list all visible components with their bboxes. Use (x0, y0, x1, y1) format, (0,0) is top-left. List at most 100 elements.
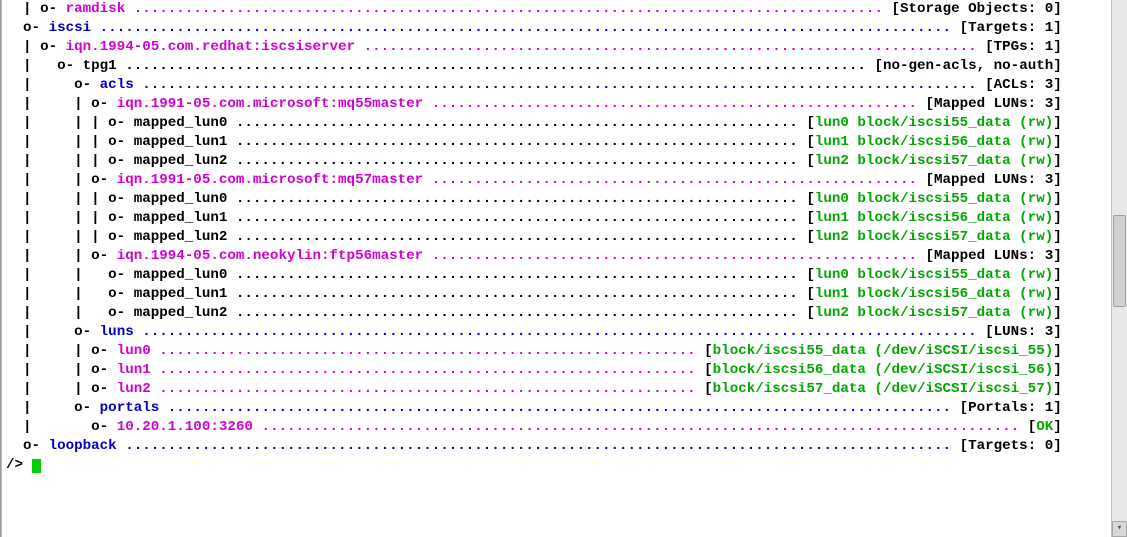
bracket: [ (1028, 419, 1037, 435)
tree-line: | | o- lun1 ............................… (6, 361, 1109, 380)
scrollbar[interactable]: ▾ (1111, 0, 1127, 537)
tree-line: | | o- lun2 ............................… (6, 380, 1109, 399)
bullet-icon: o- (91, 419, 117, 435)
bracket: [ (704, 381, 713, 397)
filler-dots: ........................................… (125, 438, 951, 454)
indent: | (6, 39, 40, 55)
bracket: ] (1053, 134, 1062, 150)
filler-dots: ........................................… (364, 39, 977, 55)
status-value: lun0 block/iscsi55_data (rw) (815, 115, 1053, 131)
indent: | | (6, 343, 91, 359)
bracket: ] (1053, 153, 1062, 169)
bracket: ] (1053, 419, 1062, 435)
status-text: [ACLs: 3] (985, 77, 1062, 93)
filler-dots: ........................................… (236, 134, 798, 150)
terminal-output: | o- ramdisk ...........................… (4, 0, 1111, 475)
filler-dots: ........................................… (236, 210, 798, 226)
indent: | | | (6, 191, 108, 207)
indent: | | | (6, 210, 108, 226)
tree-line: | o- iqn.1994-05.com.redhat:iscsiserver … (6, 38, 1109, 57)
filler-dots: ........................................… (236, 153, 798, 169)
status-text: [no-gen-acls, no-auth] (874, 58, 1061, 74)
prompt-text: /> (6, 457, 32, 473)
bullet-icon: o- (57, 58, 83, 74)
tree-line: | | o- iqn.1991-05.com.microsoft:mq57mas… (6, 171, 1109, 190)
bullet-icon: o- (74, 324, 100, 340)
tree-line: | | | o- mapped_lun1 ...................… (6, 133, 1109, 152)
node-label: mapped_lun1 (134, 210, 236, 226)
filler-dots: ........................................… (134, 1, 883, 17)
scroll-down-button[interactable]: ▾ (1112, 521, 1127, 537)
tree-line: | | | o- mapped_lun1 ...................… (6, 209, 1109, 228)
indent: | | (6, 305, 108, 321)
bullet-icon: o- (40, 39, 66, 55)
bullet-icon: o- (74, 77, 100, 93)
tree-line: | | o- iqn.1994-05.com.neokylin:ftp56mas… (6, 247, 1109, 266)
tree-line: | | o- mapped_lun0 .....................… (6, 266, 1109, 285)
node-label: mapped_lun1 (134, 134, 236, 150)
status-text: [Targets: 1] (960, 20, 1062, 36)
cursor-icon (32, 459, 41, 473)
bracket: [ (806, 153, 815, 169)
status-text: [Targets: 0] (960, 438, 1062, 454)
node-label: 10.20.1.100:3260 (117, 419, 262, 435)
tree-line: | | | o- mapped_lun0 ...................… (6, 190, 1109, 209)
filler-dots: ........................................… (432, 248, 917, 264)
scroll-thumb[interactable] (1113, 215, 1126, 307)
filler-dots: ........................................… (100, 20, 951, 36)
bracket: [ (704, 343, 713, 359)
bullet-icon: o- (91, 248, 117, 264)
window-left-border (0, 0, 2, 537)
bracket: ] (1053, 210, 1062, 226)
bracket: ] (1053, 229, 1062, 245)
node-label: mapped_lun1 (134, 286, 236, 302)
bracket: [ (806, 191, 815, 207)
tree-line: | o- 10.20.1.100:3260 ..................… (6, 418, 1109, 437)
filler-dots: ........................................… (168, 400, 951, 416)
status-value: lun1 block/iscsi56_data (rw) (815, 134, 1053, 150)
bullet-icon: o- (108, 115, 134, 131)
indent: | | (6, 96, 91, 112)
bullet-icon: o- (40, 1, 66, 17)
bullet-icon: o- (91, 96, 117, 112)
node-label: iqn.1994-05.com.neokylin:ftp56master (117, 248, 432, 264)
bullet-icon: o- (23, 438, 49, 454)
filler-dots: ........................................… (236, 267, 798, 283)
filler-dots: ........................................… (432, 172, 917, 188)
node-label: mapped_lun0 (134, 267, 236, 283)
bullet-icon: o- (108, 210, 134, 226)
status-text: [Portals: 1] (960, 400, 1062, 416)
bullet-icon: o- (91, 381, 117, 397)
tree-line: | | o- lun0 ............................… (6, 342, 1109, 361)
indent: | (6, 77, 74, 93)
bracket: ] (1053, 115, 1062, 131)
filler-dots: ........................................… (142, 324, 976, 340)
status-value: lun2 block/iscsi57_data (rw) (815, 229, 1053, 245)
tree-line: | | | o- mapped_lun2 ...................… (6, 152, 1109, 171)
indent: | (6, 1, 40, 17)
prompt-line[interactable]: /> (6, 456, 1109, 475)
node-label: loopback (49, 438, 126, 454)
bracket: ] (1053, 305, 1062, 321)
bullet-icon: o- (23, 20, 49, 36)
bracket: ] (1053, 286, 1062, 302)
status-value: lun0 block/iscsi55_data (rw) (815, 191, 1053, 207)
status-value: lun2 block/iscsi57_data (rw) (815, 153, 1053, 169)
bullet-icon: o- (74, 400, 100, 416)
status-value: lun2 block/iscsi57_data (rw) (815, 305, 1053, 321)
status-value: block/iscsi55_data (/dev/iSCSI/iscsi_55) (713, 343, 1054, 359)
tree-line: | o- tpg1 ..............................… (6, 57, 1109, 76)
bracket: ] (1053, 343, 1062, 359)
node-label: mapped_lun0 (134, 191, 236, 207)
filler-dots: ........................................… (236, 305, 798, 321)
status-value: lun1 block/iscsi56_data (rw) (815, 210, 1053, 226)
filler-dots: ........................................… (261, 419, 1019, 435)
bracket: [ (806, 286, 815, 302)
bullet-icon: o- (91, 343, 117, 359)
status-value: block/iscsi56_data (/dev/iSCSI/iscsi_56) (713, 362, 1054, 378)
bracket: [ (806, 210, 815, 226)
indent: | | | (6, 229, 108, 245)
tree-line: | o- ramdisk ...........................… (6, 0, 1109, 19)
indent: | | (6, 267, 108, 283)
filler-dots: ........................................… (236, 229, 798, 245)
